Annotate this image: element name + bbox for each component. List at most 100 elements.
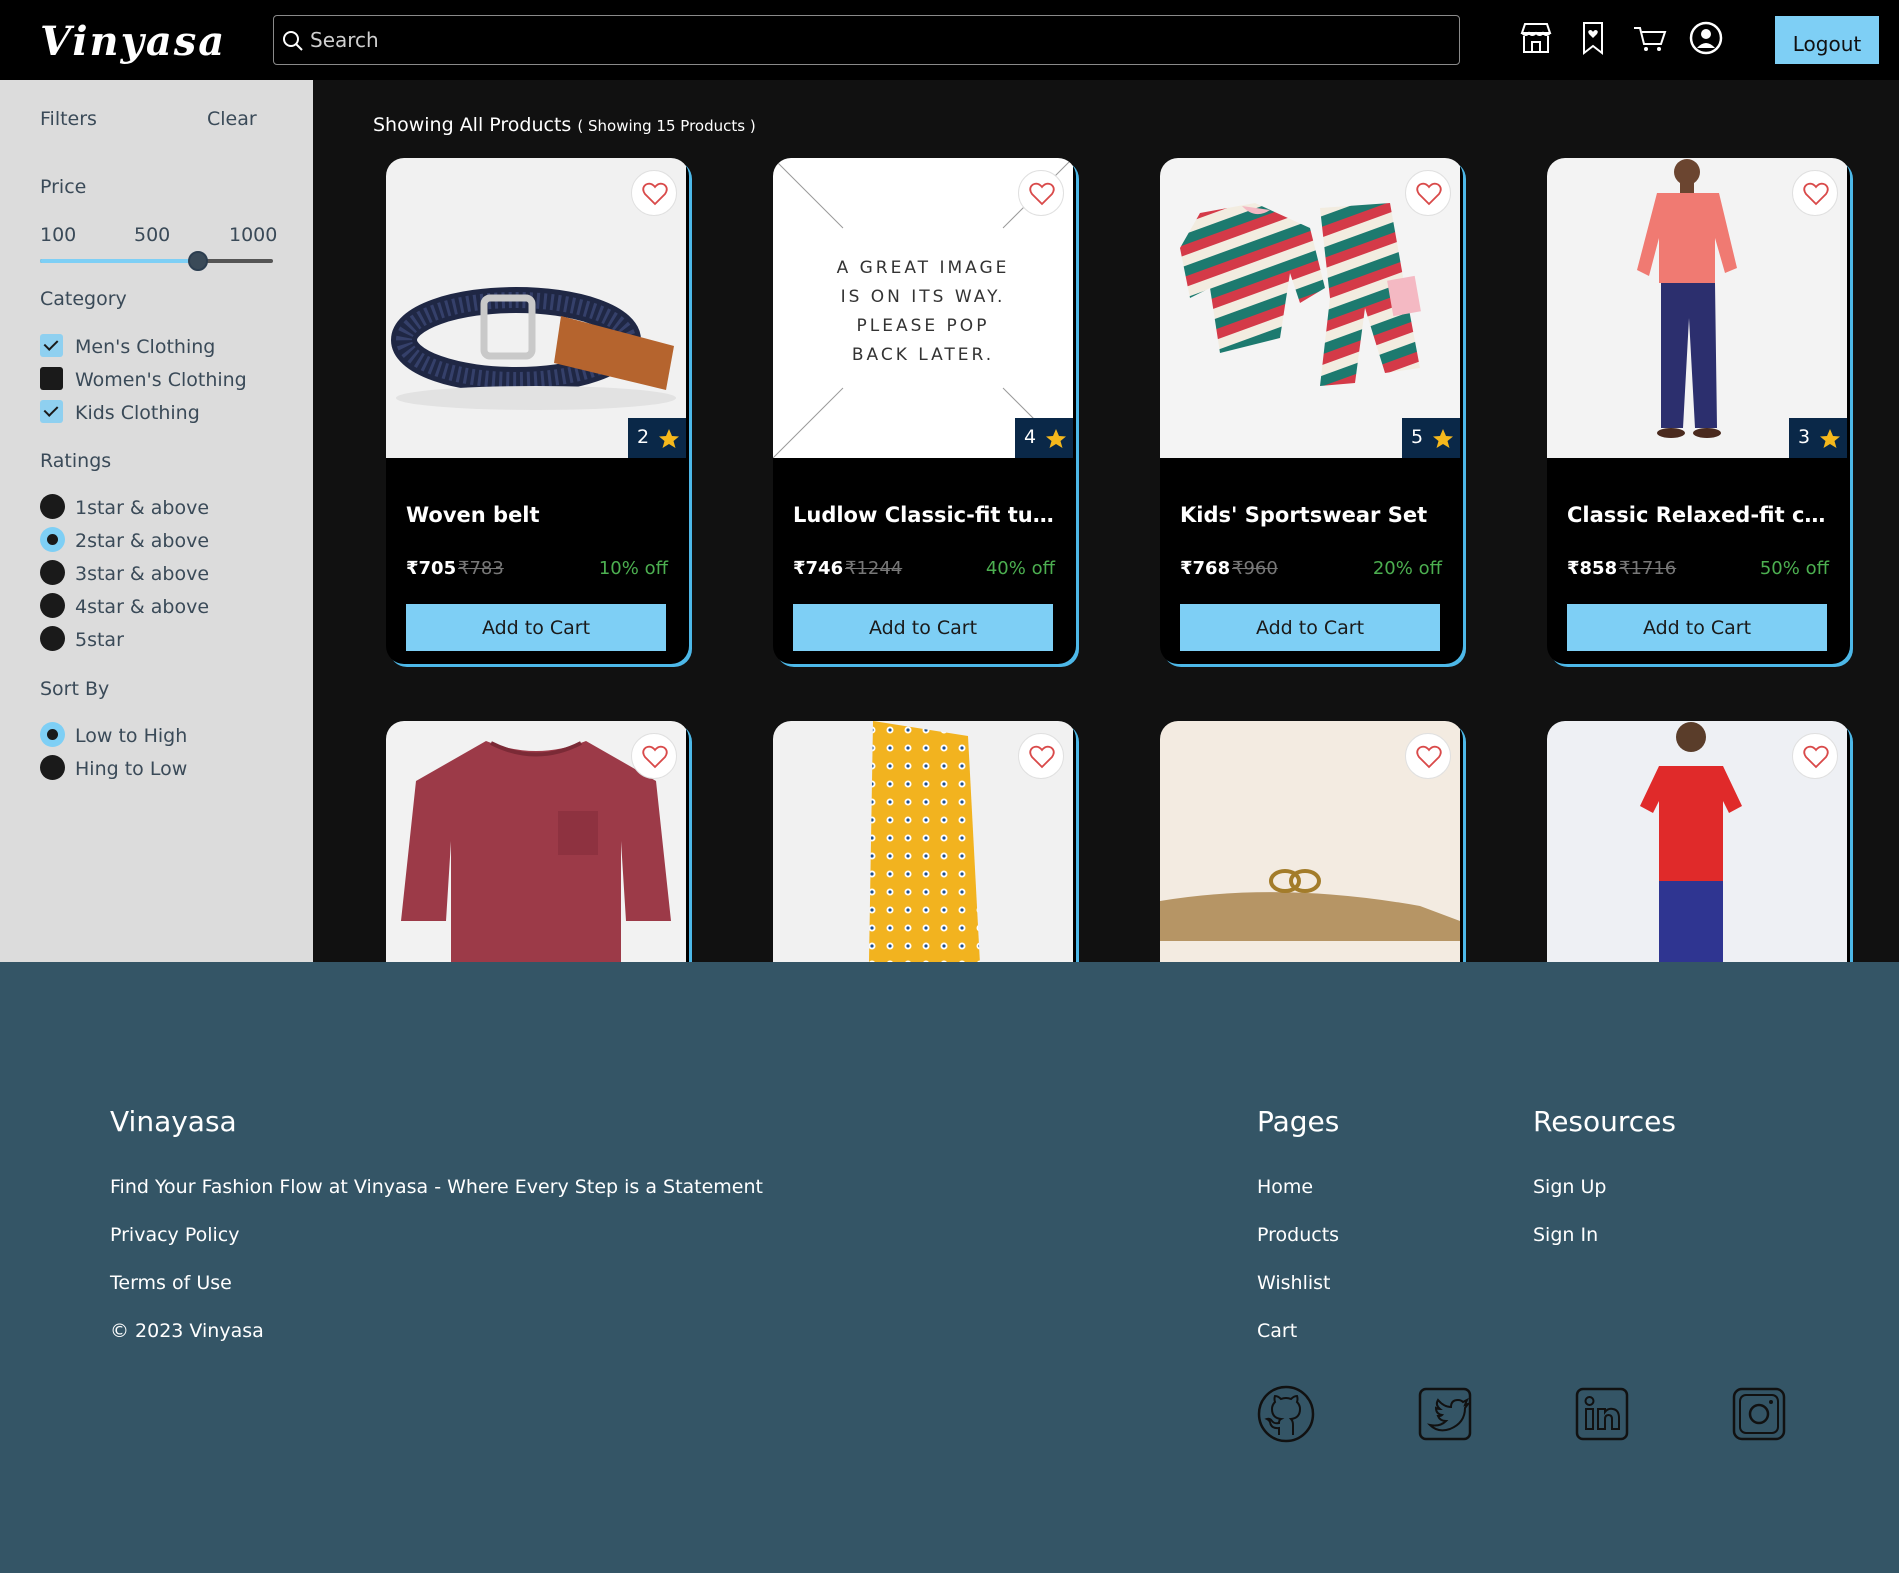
rating-radio-3[interactable] (40, 560, 65, 585)
copyright-text: © 2023 Vinyasa (110, 1320, 264, 1342)
wishlist-button[interactable] (1405, 170, 1451, 216)
product-old-price: ₹783 (458, 558, 504, 579)
add-to-cart-button[interactable]: Add to Cart (1180, 604, 1440, 651)
rating-value: 4 (1024, 426, 1037, 448)
wishlist-button[interactable] (1792, 170, 1838, 216)
star-icon (1046, 429, 1066, 448)
rating-label-1[interactable]: 1star & above (75, 497, 209, 519)
price-slider-thumb[interactable] (188, 251, 209, 271)
brand-logo[interactable]: Vinyasa (40, 18, 226, 65)
rating-badge: 3 (1789, 418, 1847, 458)
wishlist-button[interactable] (1018, 170, 1064, 216)
footer-link-sign-up[interactable]: Sign Up (1533, 1176, 1606, 1198)
search-input[interactable] (310, 24, 1440, 56)
product-card[interactable]: 3 Classic Relaxed-fit chino pant ₹858 ₹1… (1547, 158, 1850, 664)
footer-tagline: Find Your Fashion Flow at Vinyasa - Wher… (110, 1176, 763, 1198)
store-icon[interactable] (1518, 20, 1554, 56)
rating-radio-4[interactable] (40, 593, 65, 618)
top-navbar: Vinyasa Logout (0, 0, 1899, 80)
rating-value: 3 (1798, 426, 1811, 448)
privacy-policy-link[interactable]: Privacy Policy (110, 1224, 239, 1246)
heart-icon (1803, 745, 1829, 769)
rating-label-3[interactable]: 3star & above (75, 563, 209, 585)
logout-button[interactable]: Logout (1775, 16, 1879, 64)
footer-link-products[interactable]: Products (1257, 1224, 1339, 1246)
terms-of-use-link[interactable]: Terms of Use (110, 1272, 232, 1294)
price-slider[interactable] (40, 251, 273, 271)
account-icon[interactable] (1688, 20, 1724, 56)
showing-heading: Showing All Products ( Showing 15 Produc… (373, 114, 756, 136)
rating-badge: 4 (1015, 418, 1073, 458)
add-to-cart-button[interactable]: Add to Cart (406, 604, 666, 651)
rating-value: 2 (637, 426, 650, 448)
footer-link-sign-in[interactable]: Sign In (1533, 1224, 1598, 1246)
product-card[interactable] (773, 721, 1076, 962)
rating-badge: 5 (1402, 418, 1460, 458)
footer-link-cart[interactable]: Cart (1257, 1320, 1297, 1342)
star-icon (1820, 429, 1840, 448)
product-name[interactable]: Woven belt (406, 503, 668, 527)
showing-title: Showing All Products (373, 114, 572, 136)
price-tick-max: 1000 (229, 224, 278, 246)
sort-label-low-high[interactable]: Low to High (75, 725, 187, 747)
product-name[interactable]: Kids' Sportswear Set (1180, 503, 1442, 527)
product-card[interactable]: 2 Woven belt ₹705 ₹783 10% off Add to Ca… (386, 158, 689, 664)
wishlist-button[interactable] (1405, 733, 1451, 779)
cart-icon[interactable] (1632, 20, 1668, 56)
linkedin-icon[interactable] (1573, 1385, 1631, 1443)
rating-radio-1[interactable] (40, 494, 65, 519)
product-card[interactable] (386, 721, 689, 962)
add-to-cart-button[interactable]: Add to Cart (1567, 604, 1827, 651)
price-tick-mid: 500 (134, 224, 171, 246)
pages-heading: Pages (1257, 1105, 1340, 1138)
twitter-icon[interactable] (1416, 1385, 1474, 1443)
wishlist-button[interactable] (631, 170, 677, 216)
category-label-kids[interactable]: Kids Clothing (75, 402, 200, 424)
category-label-mens[interactable]: Men's Clothing (75, 336, 215, 358)
filters-sidebar: Filters Clear Price 100 500 1000 Categor… (0, 80, 313, 962)
wishlist-bookmark-icon[interactable] (1575, 20, 1611, 56)
product-card[interactable] (1547, 721, 1850, 962)
price-tick-min: 100 (40, 224, 77, 246)
footer-link-wishlist[interactable]: Wishlist (1257, 1272, 1331, 1294)
placeholder-message: A GREAT IMAGE IS ON ITS WAY. PLEASE POP … (773, 254, 1073, 370)
product-card[interactable]: 5 Kids' Sportswear Set ₹768 ₹960 20% off… (1160, 158, 1463, 664)
price-heading: Price (40, 176, 87, 198)
product-card[interactable]: A GREAT IMAGE IS ON ITS WAY. PLEASE POP … (773, 158, 1076, 664)
wishlist-button[interactable] (1018, 733, 1064, 779)
rating-radio-5[interactable] (40, 626, 65, 651)
heart-icon (642, 182, 668, 206)
wishlist-button[interactable] (631, 733, 677, 779)
resources-heading: Resources (1533, 1105, 1676, 1138)
product-card[interactable] (1160, 721, 1463, 962)
product-discount: 40% off (985, 558, 1055, 579)
product-name[interactable]: Ludlow Classic-fit tuxedo jacket (793, 503, 1055, 527)
ratings-heading: Ratings (40, 450, 112, 472)
sort-radio-low-high[interactable] (40, 722, 65, 747)
rating-label-5[interactable]: 5star (75, 629, 124, 651)
showing-count: ( Showing 15 Products ) (577, 117, 756, 135)
rating-label-4[interactable]: 4star & above (75, 596, 209, 618)
category-label-womens[interactable]: Women's Clothing (75, 369, 247, 391)
rating-value: 5 (1411, 426, 1424, 448)
github-icon[interactable] (1257, 1385, 1315, 1443)
footer-link-home[interactable]: Home (1257, 1176, 1313, 1198)
category-checkbox-kids[interactable] (40, 400, 63, 423)
sort-label-high-low[interactable]: Hing to Low (75, 758, 187, 780)
rating-label-2[interactable]: 2star & above (75, 530, 209, 552)
search-bar[interactable] (273, 15, 1460, 65)
wishlist-button[interactable] (1792, 733, 1838, 779)
product-price: ₹746 (793, 558, 844, 579)
clear-filters-button[interactable]: Clear (207, 108, 257, 130)
placeholder-line: PLEASE POP (856, 316, 990, 336)
category-checkbox-mens[interactable] (40, 334, 63, 357)
sort-radio-high-low[interactable] (40, 755, 65, 780)
rating-radio-2[interactable] (40, 527, 65, 552)
product-name[interactable]: Classic Relaxed-fit chino pant (1567, 503, 1829, 527)
add-to-cart-button[interactable]: Add to Cart (793, 604, 1053, 651)
category-checkbox-womens[interactable] (40, 367, 63, 390)
product-price: ₹705 (406, 558, 457, 579)
instagram-icon[interactable] (1730, 1385, 1788, 1443)
heart-icon (1803, 182, 1829, 206)
product-price: ₹768 (1180, 558, 1231, 579)
